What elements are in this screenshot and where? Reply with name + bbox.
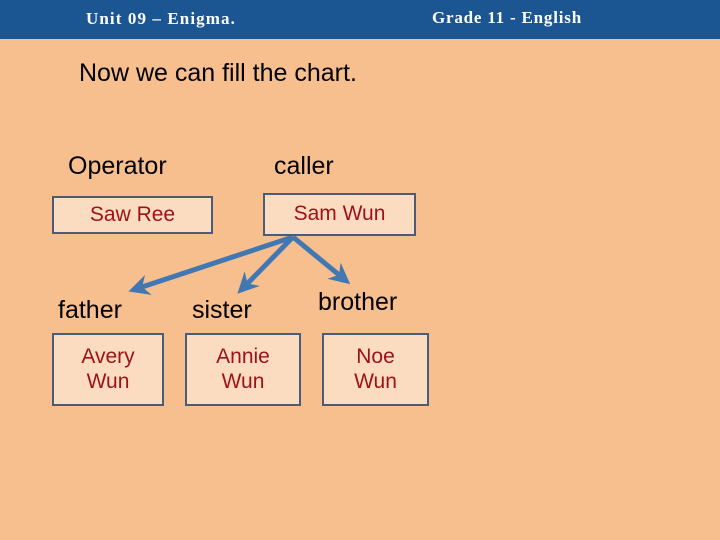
slide: Unit 09 – Enigma. Grade 11 - English Now… [0, 0, 720, 540]
unit-title: Unit 09 – Enigma. [86, 9, 236, 28]
role-label-operator: Operator [68, 152, 167, 180]
role-label-brother: brother [318, 288, 398, 316]
arrow-caller-to-father [128, 234, 294, 295]
name-box-father[interactable]: Avery Wun [52, 333, 164, 406]
name-box-brother[interactable]: Noe Wun [322, 333, 429, 406]
role-label-caller: caller [274, 152, 334, 180]
role-label-father: father [58, 296, 122, 324]
name-box-operator[interactable]: Saw Ree [52, 196, 213, 234]
name-box-caller[interactable]: Sam Wun [263, 193, 416, 236]
name-box-sister[interactable]: Annie Wun [185, 333, 301, 406]
header-bar: Unit 09 – Enigma. Grade 11 - English [0, 0, 720, 39]
page-title: Now we can fill the chart. [79, 59, 357, 87]
arrow-caller-to-brother [291, 235, 351, 285]
grade-subject-label: Grade 11 - English [432, 8, 582, 27]
arrow-caller-to-sister [237, 235, 295, 294]
role-label-sister: sister [192, 296, 252, 324]
